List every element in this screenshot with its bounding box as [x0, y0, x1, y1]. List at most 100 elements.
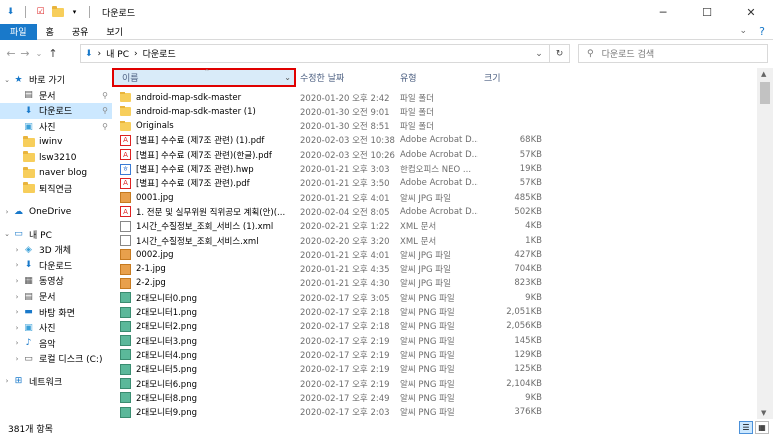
- file-size: 9KB: [525, 292, 542, 303]
- breadcrumb-this-pc[interactable]: 내 PC: [106, 47, 129, 60]
- file-size: 1KB: [525, 235, 542, 246]
- search-input[interactable]: ⚲ 다운로드 검색: [578, 44, 768, 63]
- chevron-down-icon[interactable]: ⌄: [2, 230, 12, 238]
- file-size: 145KB: [514, 335, 542, 346]
- chevron-right-icon[interactable]: ›: [12, 308, 22, 316]
- file-type: 알씨 PNG 파일: [400, 408, 455, 418]
- file-row[interactable]: A [별표] 수수료 (제7조 관련)(한글).pdf 2020-02-03 오전 …: [112, 147, 757, 162]
- nav-item[interactable]: naver blog: [0, 166, 112, 182]
- file-size: 125KB: [514, 364, 542, 375]
- file-row[interactable]: 2대모니터1.png 2020-02-17 오후 2:18 알씨 PNG 파일 2,0…: [112, 305, 757, 320]
- file-name: 2대모니터8.png: [136, 393, 197, 404]
- chevron-right-icon[interactable]: ›: [2, 208, 12, 216]
- vertical-scrollbar[interactable]: ▲ ▼: [757, 68, 773, 419]
- nav-item[interactable]: ⌄ ★ 바로 가기: [0, 72, 112, 88]
- file-row[interactable]: 2대모니터6.png 2020-02-17 오후 2:19 알씨 PNG 파일 2,1…: [112, 376, 757, 391]
- scroll-thumb[interactable]: [760, 82, 770, 104]
- file-row[interactable]: 2대모니터4.png 2020-02-17 오후 2:19 알씨 PNG 파일 129…: [112, 347, 757, 362]
- tab-view[interactable]: 보기: [97, 24, 132, 40]
- address-dropdown-icon[interactable]: ⌄: [530, 44, 548, 63]
- file-row[interactable]: android-map-sdk-master (1) 2020-01-30 오전 …: [112, 104, 757, 119]
- chevron-right-icon[interactable]: ›: [12, 261, 22, 269]
- nav-item[interactable]: lsw3210: [0, 150, 112, 166]
- nav-item[interactable]: ⬇ 다운로드 ⚲: [0, 103, 112, 119]
- file-row[interactable]: 2대모니터2.png 2020-02-17 오후 2:18 알씨 PNG 파일 2,0…: [112, 319, 757, 334]
- nav-item[interactable]: › ☁ OneDrive: [0, 204, 112, 220]
- nav-item[interactable]: › ⊞ 네트워크: [0, 374, 112, 390]
- nav-item[interactable]: ⌄ ▭ 내 PC: [0, 226, 112, 242]
- nav-item-label: 바로 가기: [29, 76, 65, 87]
- chevron-right-icon[interactable]: ›: [12, 355, 22, 363]
- file-row[interactable]: 2대모니터0.png 2020-02-17 오후 3:05 알씨 PNG 파일 9KB: [112, 290, 757, 305]
- nav-item[interactable]: › ⬇ 다운로드: [0, 258, 112, 274]
- nav-item[interactable]: ▤ 문서 ⚲: [0, 88, 112, 104]
- chevron-right-icon[interactable]: ›: [12, 324, 22, 332]
- filter-dropdown-icon[interactable]: ⌄: [284, 73, 291, 82]
- chevron-right-icon[interactable]: ›: [2, 377, 12, 385]
- file-row[interactable]: 0002.jpg 2020-01-21 오후 4:01 알씨 JPG 파일 427KB: [112, 247, 757, 262]
- column-name-label: 이름: [122, 74, 139, 84]
- details-view-icon[interactable]: ☰: [739, 421, 753, 434]
- properties-icon[interactable]: ☑: [34, 6, 47, 19]
- file-row[interactable]: Originals 2020-01-30 오전 8:51 파일 폴더: [112, 119, 757, 134]
- file-row[interactable]: 2대모니터9.png 2020-02-17 오후 2:03 알씨 PNG 파일 376…: [112, 405, 757, 418]
- address-row: ← → ⌄ ↑ ⬇ › 내 PC › 다운로드 ⌄ ↻ ⚲ 다운로드 검색: [0, 42, 773, 64]
- nav-item[interactable]: › ▬ 바탕 화면: [0, 304, 112, 320]
- nav-item[interactable]: › ▤ 문서: [0, 289, 112, 305]
- scroll-up-icon[interactable]: ▲: [761, 70, 766, 78]
- nav-item[interactable]: › ▭ 로컬 디스크 (C:): [0, 351, 112, 367]
- nav-item[interactable]: 퇴직연금: [0, 181, 112, 197]
- tab-home[interactable]: 홈: [37, 24, 63, 40]
- file-row[interactable]: android-map-sdk-master 2020-01-20 오후 2:42…: [112, 90, 757, 105]
- nav-item[interactable]: › ▣ 사진: [0, 320, 112, 336]
- file-size: 502KB: [514, 206, 542, 217]
- up-arrow-icon[interactable]: ↑: [46, 47, 60, 60]
- scroll-down-icon[interactable]: ▼: [761, 409, 766, 417]
- chevron-right-icon[interactable]: ›: [12, 339, 22, 347]
- file-row[interactable]: 2-1.jpg 2020-01-21 오후 4:35 알씨 JPG 파일 704KB: [112, 262, 757, 277]
- breadcrumb-downloads[interactable]: 다운로드: [143, 47, 176, 60]
- file-row[interactable]: A 1. 전문 및 실무위원 직위공모 계획(안)(... 2020-02-04 오…: [112, 204, 757, 219]
- nav-item[interactable]: ▣ 사진 ⚲: [0, 119, 112, 135]
- forward-arrow-icon[interactable]: →: [18, 47, 32, 60]
- address-bar[interactable]: ⬇ › 내 PC › 다운로드: [80, 44, 550, 63]
- close-button[interactable]: ✕: [729, 0, 773, 24]
- nav-item[interactable]: › ♪ 음악: [0, 336, 112, 352]
- help-icon[interactable]: ?: [759, 25, 765, 38]
- file-name-cell: 1시간_수질정보_조회_서비스 (1).xml: [120, 220, 298, 232]
- nav-item[interactable]: › ▦ 동영상: [0, 273, 112, 289]
- nav-item[interactable]: iwinv: [0, 134, 112, 150]
- column-size[interactable]: 크기: [484, 68, 501, 87]
- maximize-button[interactable]: ☐: [685, 0, 729, 24]
- file-row[interactable]: 0001.jpg 2020-01-21 오후 4:01 알씨 JPG 파일 485KB: [112, 190, 757, 205]
- file-row[interactable]: A [별표] 수수료 (제7조 관련).pdf 2020-01-21 오후 3:50…: [112, 176, 757, 191]
- tab-share[interactable]: 공유: [63, 24, 98, 40]
- column-header: ⌃ 이름 ⌄ 수정한 날짜 유형 크기: [112, 68, 757, 87]
- chevron-down-icon[interactable]: ⌄: [2, 76, 12, 84]
- column-type[interactable]: 유형: [400, 68, 417, 87]
- file-row[interactable]: ㅎ [별표] 수수료 (제7조 관련).hwp 2020-01-21 오후 3:03…: [112, 162, 757, 177]
- recent-locations-icon[interactable]: ⌄: [32, 49, 46, 58]
- back-arrow-icon[interactable]: ←: [4, 47, 18, 60]
- file-row[interactable]: 2대모니터8.png 2020-02-17 오후 2:49 알씨 PNG 파일 9KB: [112, 390, 757, 405]
- refresh-button[interactable]: ↻: [550, 44, 570, 63]
- nav-item[interactable]: › ◈ 3D 개체: [0, 242, 112, 258]
- file-row[interactable]: 1시간_수질정보_조회_서비스.xml 2020-02-20 오후 3:20 XML…: [112, 233, 757, 248]
- tab-file[interactable]: 파일: [0, 23, 37, 40]
- file-row[interactable]: 2-2.jpg 2020-01-21 오후 4:30 알씨 JPG 파일 823KB: [112, 276, 757, 291]
- chevron-right-icon[interactable]: ›: [12, 246, 22, 254]
- new-folder-icon[interactable]: [51, 5, 64, 19]
- large-icons-view-icon[interactable]: ▦: [755, 421, 769, 434]
- column-name[interactable]: ⌃ 이름 ⌄: [112, 68, 296, 87]
- ribbon-expand-icon[interactable]: ⌄: [739, 26, 747, 36]
- file-row[interactable]: 2대모니터3.png 2020-02-17 오후 2:19 알씨 PNG 파일 145…: [112, 333, 757, 348]
- file-row[interactable]: A [별표] 수수료 (제7조 관련) (1).pdf 2020-02-03 오전 …: [112, 133, 757, 148]
- minimize-button[interactable]: ─: [641, 0, 685, 24]
- chevron-right-icon[interactable]: ›: [12, 277, 22, 285]
- customize-qat-icon[interactable]: ▾: [68, 6, 81, 19]
- chevron-right-icon[interactable]: ›: [12, 293, 22, 301]
- file-row[interactable]: 1시간_수질정보_조회_서비스 (1).xml 2020-02-21 오후 1:2…: [112, 219, 757, 234]
- file-row[interactable]: 2대모니터5.png 2020-02-17 오후 2:19 알씨 PNG 파일 125…: [112, 362, 757, 377]
- title-bar: ⬇ ☑ ▾ 다운로드 ─ ☐ ✕: [0, 0, 773, 24]
- column-date[interactable]: 수정한 날짜: [300, 68, 344, 87]
